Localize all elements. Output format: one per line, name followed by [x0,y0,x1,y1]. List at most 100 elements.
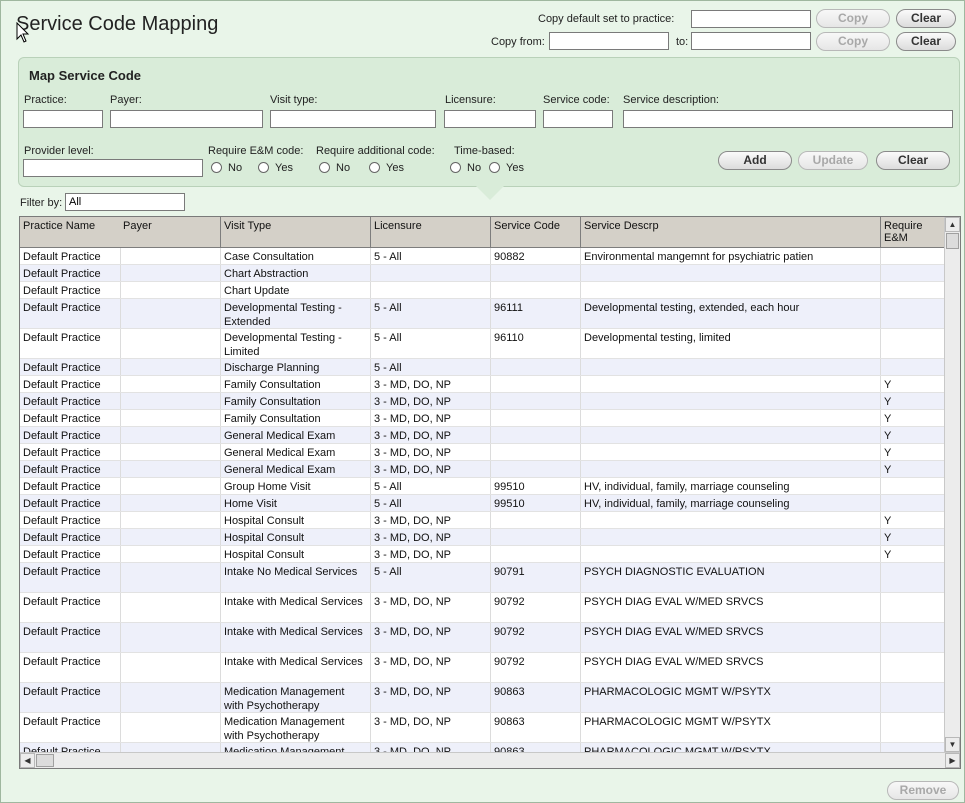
table-row[interactable]: Default Practice Medication Management wi… [20,713,945,743]
licensure-input[interactable] [444,110,536,128]
payer-label: Payer: [110,94,142,106]
table-row[interactable]: Default Practice Medication Management wi… [20,683,945,713]
require-additional-yes-radio[interactable] [369,162,380,173]
table-row[interactable]: Default Practice Chart Abstraction [20,265,945,282]
cell-licensure: 3 - MD, DO, NP [371,713,491,742]
cell-licensure: 3 - MD, DO, NP [371,427,491,443]
cell-practice-name: Default Practice [20,713,121,742]
cell-service-descrp: PHARMACOLOGIC MGMT W/PSYTX [581,683,881,712]
copy-from-button[interactable]: Copy [816,32,890,51]
table-row[interactable]: Default Practice Intake with Medical Serv… [20,653,945,683]
table-row[interactable]: Default Practice Chart Update [20,282,945,299]
service-description-input[interactable] [623,110,953,128]
require-additional-yes-label: Yes [386,162,404,174]
require-additional-no-radio[interactable] [319,162,330,173]
require-em-yes-radio[interactable] [258,162,269,173]
remove-button[interactable]: Remove [887,781,959,800]
cell-payer [120,563,221,592]
scroll-right-icon[interactable]: ▶ [945,753,960,768]
require-em-no-radio[interactable] [211,162,222,173]
column-header-licensure[interactable]: Licensure [371,217,491,248]
horizontal-scroll-thumb[interactable] [36,754,54,767]
horizontal-scrollbar[interactable]: ◀ ▶ [20,752,960,768]
table-row[interactable]: Default Practice Home Visit 5 - All 99510 HV… [20,495,945,512]
cell-service-code [491,427,581,443]
table-row[interactable]: Default Practice Intake with Medical Serv… [20,593,945,623]
table-row[interactable]: Default Practice Family Consultation 3 - M… [20,393,945,410]
clear-copy-from-button[interactable]: Clear [896,32,956,51]
table-row[interactable]: Default Practice General Medical Exam 3 - … [20,427,945,444]
cell-practice-name: Default Practice [20,393,121,409]
table-row[interactable]: Default Practice Group Home Visit 5 - All 9… [20,478,945,495]
service-code-input[interactable] [543,110,613,128]
cell-visit-type: Family Consultation [221,410,371,426]
cell-service-code: 99510 [491,495,581,511]
cell-require-em: Y [881,410,945,426]
cell-licensure: 5 - All [371,478,491,494]
cell-service-code: 90863 [491,713,581,742]
visit-type-input[interactable] [270,110,436,128]
page-title: Service Code Mapping [16,13,219,35]
column-header-visit-type[interactable]: Visit Type [221,217,371,248]
scroll-down-icon[interactable]: ▼ [945,737,960,752]
time-based-yes-radio[interactable] [489,162,500,173]
table-row[interactable]: Default Practice Discharge Planning 5 - Al… [20,359,945,376]
table-row[interactable]: Default Practice Intake No Medical Servic… [20,563,945,593]
cell-payer [120,546,221,562]
vertical-scroll-thumb[interactable] [946,233,959,249]
column-header-require-em[interactable]: Require E&M [881,217,945,248]
cell-service-code: 90792 [491,593,581,622]
table-row[interactable]: Default Practice Hospital Consult 3 - MD, … [20,529,945,546]
cell-service-code [491,359,581,375]
cell-payer [120,461,221,477]
cell-visit-type: Group Home Visit [221,478,371,494]
practice-input[interactable] [23,110,103,128]
table-row[interactable]: Default Practice General Medical Exam 3 - … [20,461,945,478]
table-row[interactable]: Default Practice Family Consultation 3 - M… [20,410,945,427]
cell-service-code [491,376,581,392]
vertical-scrollbar[interactable]: ▲ ▼ [944,217,960,752]
cell-payer [120,359,221,375]
table-row[interactable]: Default Practice Hospital Consult 3 - MD, … [20,546,945,563]
table-row[interactable]: Default Practice Hospital Consult 3 - MD, … [20,512,945,529]
cell-service-code: 90792 [491,623,581,652]
service-code-grid: Practice Name Payer Visit Type Licensure Ser… [19,216,961,769]
cell-licensure: 3 - MD, DO, NP [371,653,491,682]
cell-payer [120,593,221,622]
table-row[interactable]: Default Practice Case Consultation 5 - All… [20,248,945,265]
require-em-label: Require E&M code: [208,145,304,157]
cell-require-em [881,713,945,742]
provider-level-input[interactable] [23,159,203,177]
clear-map-button[interactable]: Clear [876,151,950,170]
cell-licensure: 3 - MD, DO, NP [371,546,491,562]
cell-visit-type: General Medical Exam [221,427,371,443]
copy-from-input[interactable] [549,32,669,50]
column-header-service-descrp[interactable]: Service Descrp [581,217,881,248]
copy-default-practice-input[interactable] [691,10,811,28]
table-row[interactable]: Default Practice General Medical Exam 3 - … [20,444,945,461]
copy-to-input[interactable] [691,32,811,50]
table-row[interactable]: Default Practice Developmental Testing - … [20,329,945,359]
time-based-no-radio[interactable] [450,162,461,173]
scroll-up-icon[interactable]: ▲ [945,217,960,232]
table-row[interactable]: Default Practice Family Consultation 3 - M… [20,376,945,393]
table-row[interactable]: Default Practice Developmental Testing - … [20,299,945,329]
column-header-service-code[interactable]: Service Code [491,217,581,248]
clear-default-button[interactable]: Clear [896,9,956,28]
cell-service-code [491,393,581,409]
time-based-label: Time-based: [454,145,515,157]
column-header-payer[interactable]: Payer [120,217,221,248]
add-button[interactable]: Add [718,151,792,170]
table-row[interactable]: Default Practice Intake with Medical Serv… [20,623,945,653]
cell-service-descrp: PHARMACOLOGIC MGMT W/PSYTX [581,713,881,742]
copy-default-button[interactable]: Copy [816,9,890,28]
cell-licensure: 5 - All [371,299,491,328]
update-button[interactable]: Update [798,151,868,170]
payer-input[interactable] [110,110,263,128]
cell-practice-name: Default Practice [20,376,121,392]
cell-practice-name: Default Practice [20,410,121,426]
column-header-practice-name[interactable]: Practice Name [20,217,121,248]
filter-input[interactable] [65,193,185,211]
cell-require-em [881,623,945,652]
scroll-left-icon[interactable]: ◀ [20,753,35,768]
